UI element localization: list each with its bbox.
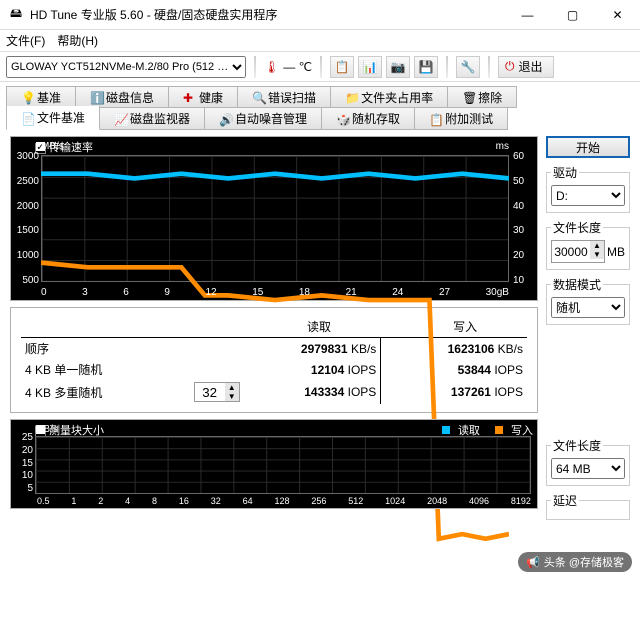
watermark-text: 头条 @存储极客 xyxy=(544,554,624,570)
start-button[interactable]: 开始 xyxy=(546,136,630,158)
trash-icon: 🗑 xyxy=(462,91,474,103)
filelen-label: 文件长度 xyxy=(551,219,603,236)
datamode-group: 数据模式 随机 xyxy=(546,276,630,325)
temp-value: — ℃ xyxy=(283,60,312,74)
app-icon: 🖴 xyxy=(8,7,24,23)
folder-icon: 📁 xyxy=(345,91,357,103)
chart2-xlabels: 0.512481632641282565121024204840968192 xyxy=(37,496,531,506)
menu-file[interactable]: 文件(F) xyxy=(6,32,45,49)
tabstrip: 💡基准 ℹ️磁盘信息 ✚健康 🔍错误扫描 📁文件夹占用率 🗑擦除 📄文件基准 📈… xyxy=(0,82,640,130)
y2-unit: ms xyxy=(496,141,509,152)
y2-axis-labels: 605040302010 xyxy=(513,151,535,286)
speaker-icon: 🔊 xyxy=(219,113,231,125)
tab-filebench[interactable]: 📄文件基准 xyxy=(6,106,100,130)
tab-folderusage[interactable]: 📁文件夹占用率 xyxy=(331,86,448,108)
filelen-group: 文件长度 ▲▼ MB xyxy=(546,219,630,270)
drive-select[interactable]: D: xyxy=(551,185,625,206)
info-icon: ℹ️ xyxy=(90,91,102,103)
tab-random[interactable]: 🎲随机存取 xyxy=(322,108,415,130)
random-icon: 🎲 xyxy=(336,113,348,125)
copy-text-icon[interactable]: 📋 xyxy=(330,56,354,78)
stepper-up-icon[interactable]: ▲ xyxy=(590,241,604,250)
blocksize-chart: 测量块大小 读取 写入 MB/s 252015105 0.51248163264… xyxy=(10,419,538,509)
filelen2-select[interactable]: 64 MB xyxy=(551,458,625,479)
separator xyxy=(320,56,322,78)
tab-errorscan[interactable]: 🔍错误扫描 xyxy=(238,86,331,108)
y-unit: MB/s xyxy=(41,141,64,152)
delay-label: 延迟 xyxy=(551,492,579,509)
device-select[interactable]: GLOWAY YCT512NVMe-M.2/80 Pro (512 … xyxy=(6,56,246,78)
filelen2-group: 文件长度 64 MB xyxy=(546,437,630,486)
temperature-display: 🌡 — ℃ xyxy=(264,60,312,74)
separator xyxy=(254,56,256,78)
tab-diskmonitor[interactable]: 📈磁盘监视器 xyxy=(100,108,205,130)
separator xyxy=(446,56,448,78)
tab-aam[interactable]: 🔊自动噪音管理 xyxy=(205,108,322,130)
exit-label: 退出 xyxy=(519,58,543,75)
y-axis-labels: 30002500200015001000500 xyxy=(13,151,39,286)
titlebar: 🖴 HD Tune 专业版 5.60 - 硬盘/固态硬盘实用程序 — ▢ ✕ xyxy=(0,0,640,30)
screenshot-icon[interactable]: 📷 xyxy=(386,56,410,78)
stepper-down-icon[interactable]: ▼ xyxy=(590,250,604,259)
tab-diskinfo[interactable]: ℹ️磁盘信息 xyxy=(76,86,169,108)
delay-group: 延迟 xyxy=(546,492,630,520)
filelen-input[interactable] xyxy=(552,241,590,262)
monitor-icon: 📈 xyxy=(114,113,126,125)
settings-icon[interactable]: 🔧 xyxy=(456,56,480,78)
content: 传输速率 MB/s ms 30002500200015001000500 605… xyxy=(0,130,640,524)
tab-extra[interactable]: 📋附加测试 xyxy=(415,108,508,130)
filelen-unit: MB xyxy=(607,245,625,259)
transfer-chart: 传输速率 MB/s ms 30002500200015001000500 605… xyxy=(10,136,538,301)
menubar: 文件(F) 帮助(H) xyxy=(0,30,640,52)
bulb-icon: 💡 xyxy=(21,91,33,103)
datamode-label: 数据模式 xyxy=(551,276,603,293)
filelen-stepper[interactable]: ▲▼ xyxy=(551,240,605,263)
toolbar: GLOWAY YCT512NVMe-M.2/80 Pro (512 … 🌡 — … xyxy=(0,52,640,82)
chart2-ylabels: 252015105 xyxy=(13,432,33,494)
chart-lines xyxy=(41,155,509,623)
chart2-grid xyxy=(35,436,531,494)
separator xyxy=(488,56,490,78)
drive-group: 驱动 D: xyxy=(546,164,630,213)
file-icon: 📄 xyxy=(21,112,33,124)
chart2-yunit: MB/s xyxy=(35,424,58,435)
exit-button[interactable]: ⏻ 退出 xyxy=(498,56,554,78)
maximize-button[interactable]: ▢ xyxy=(550,0,595,30)
tab-erase[interactable]: 🗑擦除 xyxy=(448,86,517,108)
close-button[interactable]: ✕ xyxy=(595,0,640,30)
window-title: HD Tune 专业版 5.60 - 硬盘/固态硬盘实用程序 xyxy=(30,6,505,23)
clipboard-icon: 📋 xyxy=(429,113,441,125)
exit-icon: ⏻ xyxy=(505,59,515,74)
thermometer-icon: 🌡 xyxy=(264,60,279,74)
watermark: 📢 头条 @存储极客 xyxy=(518,552,632,572)
legend-write-swatch xyxy=(495,426,503,434)
scan-icon: 🔍 xyxy=(252,91,264,103)
minimize-button[interactable]: — xyxy=(505,0,550,30)
chart-grid xyxy=(41,155,509,282)
save-icon[interactable]: 💾 xyxy=(414,56,438,78)
tab-health[interactable]: ✚健康 xyxy=(169,86,238,108)
legend-read-swatch xyxy=(442,426,450,434)
filelen2-label: 文件长度 xyxy=(551,437,603,454)
drive-label: 驱动 xyxy=(551,164,579,181)
logo-icon: 📢 xyxy=(526,556,540,569)
health-icon: ✚ xyxy=(183,91,195,103)
copy-chart-icon[interactable]: 📊 xyxy=(358,56,382,78)
menu-help[interactable]: 帮助(H) xyxy=(57,32,98,49)
tab-benchmark[interactable]: 💡基准 xyxy=(6,86,76,108)
x-axis-labels: 036912151821242730gB xyxy=(41,287,509,298)
datamode-select[interactable]: 随机 xyxy=(551,297,625,318)
